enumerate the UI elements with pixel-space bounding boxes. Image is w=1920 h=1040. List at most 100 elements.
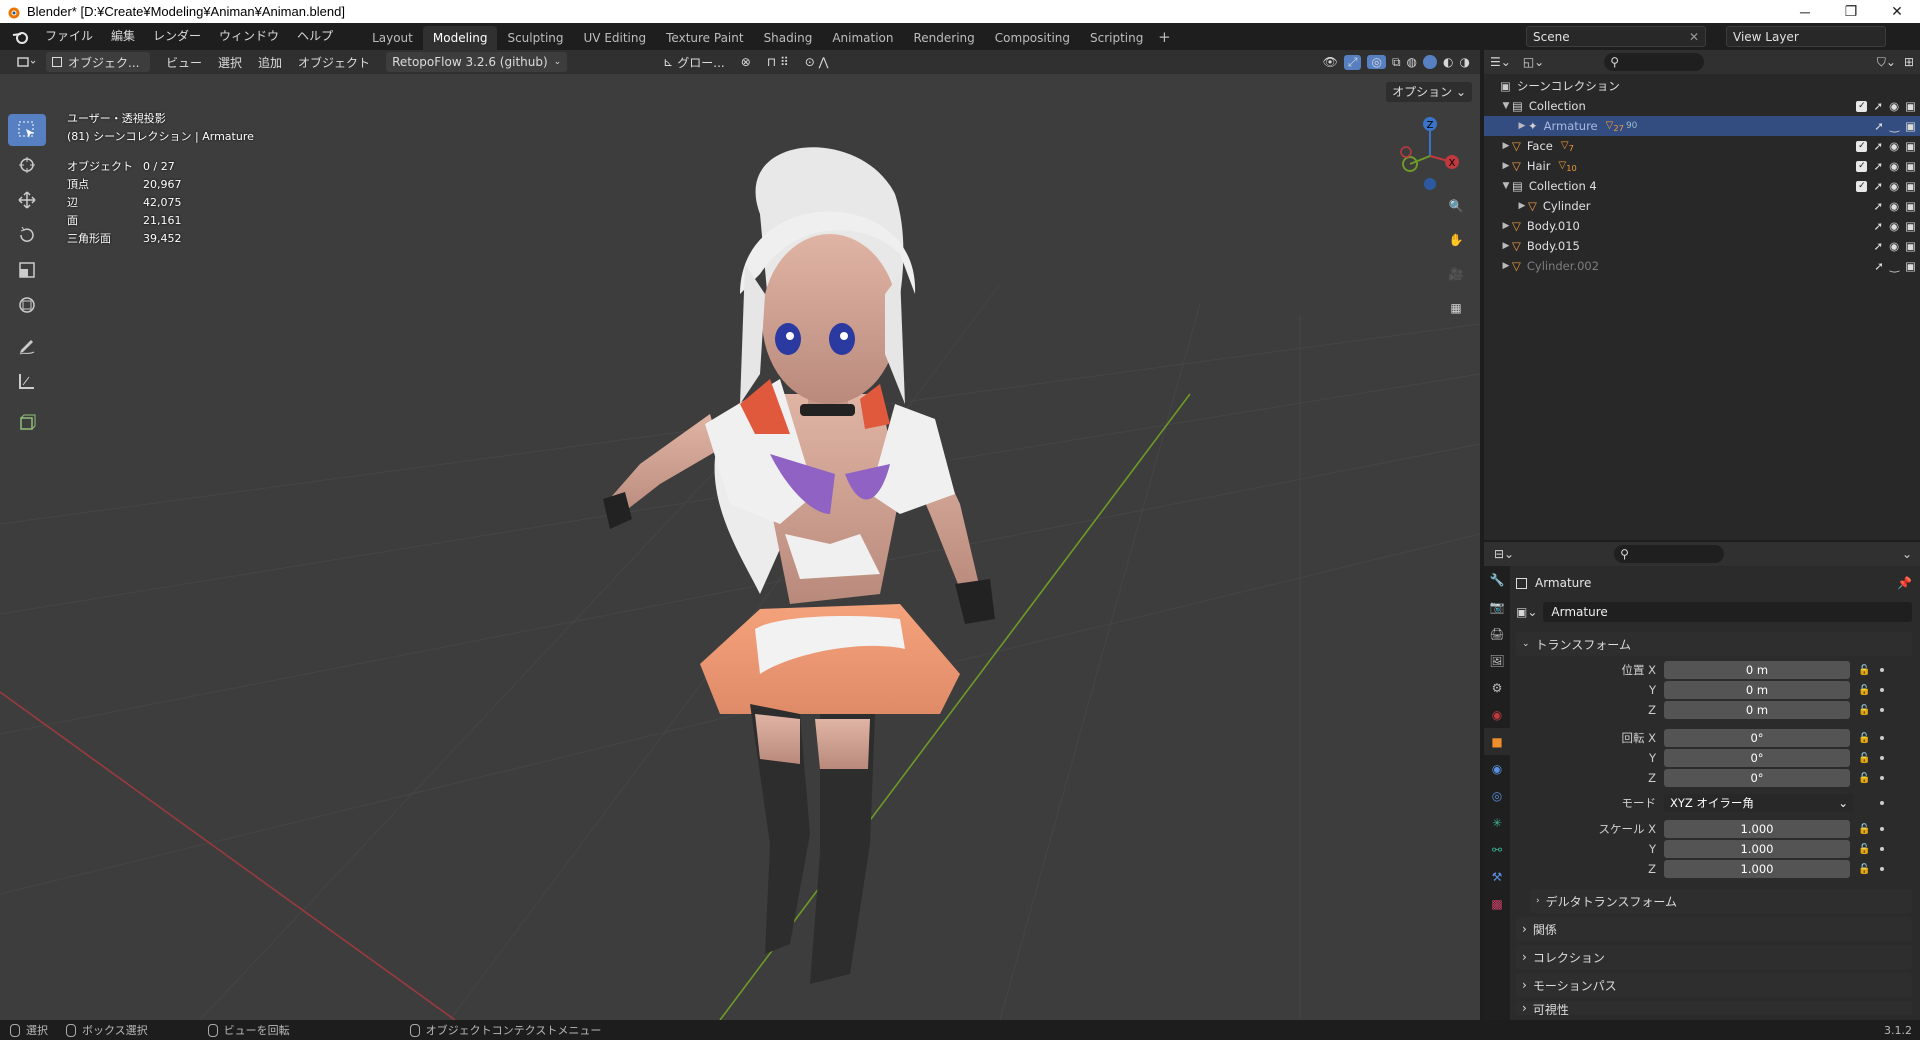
editor-type-icon[interactable]: ⊟⌄ <box>1494 547 1514 561</box>
lock-icon[interactable]: 🔓 <box>1858 733 1872 744</box>
scale-tool[interactable] <box>8 254 46 286</box>
keyframe-dot-icon[interactable] <box>1880 776 1884 780</box>
eye-icon[interactable]: ◉ <box>1889 239 1899 253</box>
selectable-arrow-icon[interactable]: ➚ <box>1873 239 1883 253</box>
menu-object[interactable]: オブジェクト <box>290 54 378 71</box>
render-camera-icon[interactable]: ▣ <box>1905 199 1916 213</box>
menu-add[interactable]: 追加 <box>250 54 290 71</box>
scene-tab-icon[interactable]: ⚙ <box>1484 674 1510 701</box>
expand-right-icon[interactable]: ▶ <box>1516 201 1528 211</box>
tab-uv-editing[interactable]: UV Editing <box>574 26 657 50</box>
material-shading-icon[interactable]: ◐ <box>1443 55 1453 69</box>
scale-z-field[interactable]: 1.000 <box>1664 860 1850 878</box>
pivot-icon[interactable]: ⊗ <box>735 52 757 72</box>
filter-icon[interactable]: ⛉⌄ <box>1877 55 1896 70</box>
keyframe-dot-icon[interactable] <box>1880 827 1884 831</box>
outliner-row-collection[interactable]: ▼ ▤ Collection ✓ ➚ ◉ ▣ <box>1484 96 1920 116</box>
keyframe-dot-icon[interactable] <box>1880 847 1884 851</box>
rotation-y-field[interactable]: 0° <box>1664 749 1850 767</box>
lock-icon[interactable]: 🔓 <box>1858 753 1872 764</box>
transform-tool[interactable] <box>8 289 46 321</box>
display-mode-icon[interactable]: ◱⌄ <box>1523 55 1544 69</box>
keyframe-dot-icon[interactable] <box>1880 801 1884 805</box>
zoom-icon[interactable]: 🔍 <box>1442 192 1470 220</box>
physics-tab-icon[interactable]: ✳ <box>1484 809 1510 836</box>
outliner-search-input[interactable]: ⚲ <box>1604 53 1705 71</box>
menu-window[interactable]: ウィンドウ <box>210 23 288 50</box>
keyframe-dot-icon[interactable] <box>1880 708 1884 712</box>
gizmo-toggle-icon[interactable]: ⤢ <box>1343 54 1362 70</box>
maximize-button[interactable]: ❐ <box>1828 0 1874 23</box>
expand-right-icon[interactable]: ▶ <box>1516 121 1528 131</box>
collections-panel-header[interactable]: › コレクション <box>1516 945 1912 969</box>
menu-edit[interactable]: 編集 <box>102 23 144 50</box>
location-y-field[interactable]: 0 m <box>1664 681 1850 699</box>
render-camera-icon[interactable]: ▣ <box>1905 139 1916 153</box>
delta-transform-header[interactable]: › デルタトランスフォーム <box>1530 889 1912 913</box>
render-camera-icon[interactable]: ▣ <box>1905 259 1916 273</box>
eye-icon[interactable]: ◉ <box>1889 219 1899 233</box>
exclude-checkbox[interactable]: ✓ <box>1856 140 1868 152</box>
tab-compositing[interactable]: Compositing <box>985 26 1080 50</box>
expand-down-icon[interactable]: ▼ <box>1500 181 1512 191</box>
menu-help[interactable]: ヘルプ <box>288 23 342 50</box>
eye-icon[interactable]: ◉ <box>1889 99 1899 113</box>
rotation-z-field[interactable]: 0° <box>1664 769 1850 787</box>
snap-icon[interactable]: ⊓ ⠿ <box>761 52 795 72</box>
lock-icon[interactable]: 🔓 <box>1858 864 1872 875</box>
outliner-row-face[interactable]: ▶ ▽ Face ▽7 ✓ ➚ ◉ ▣ <box>1484 136 1920 156</box>
exclude-checkbox[interactable]: ✓ <box>1856 100 1868 112</box>
menu-select[interactable]: 選択 <box>210 54 250 71</box>
visibility-panel-header[interactable]: › 可視性 <box>1516 1001 1912 1015</box>
selectable-arrow-icon[interactable]: ➚ <box>1874 259 1884 273</box>
view-layer-selector[interactable]: View Layer <box>1726 26 1886 47</box>
rendered-shading-icon[interactable]: ◑ <box>1460 55 1470 69</box>
selectable-arrow-icon[interactable]: ➚ <box>1873 219 1883 233</box>
tab-sculpting[interactable]: Sculpting <box>497 26 573 50</box>
output-tab-icon[interactable]: 🖨 <box>1484 620 1510 647</box>
xray-icon[interactable]: ⧉ <box>1392 55 1401 70</box>
scene-selector[interactable]: Scene ✕ <box>1526 26 1706 47</box>
expand-right-icon[interactable]: ▶ <box>1500 261 1512 271</box>
eye-closed-icon[interactable]: ‿ <box>1890 119 1899 133</box>
lock-icon[interactable]: 🔓 <box>1858 773 1872 784</box>
render-camera-icon[interactable]: ▣ <box>1905 99 1916 113</box>
character-model[interactable] <box>603 147 995 984</box>
lock-icon[interactable]: 🔓 <box>1858 705 1872 716</box>
outliner-scene-collection[interactable]: ▣ シーンコレクション <box>1484 76 1920 96</box>
data-tab-icon[interactable]: ⚒ <box>1484 863 1510 890</box>
render-camera-icon[interactable]: ▣ <box>1905 179 1916 193</box>
render-camera-icon[interactable]: ▣ <box>1905 239 1916 253</box>
expand-right-icon[interactable]: ▶ <box>1500 141 1512 151</box>
eye-icon[interactable]: ◉ <box>1889 199 1899 213</box>
keyframe-dot-icon[interactable] <box>1880 736 1884 740</box>
tab-modeling[interactable]: Modeling <box>422 26 498 50</box>
expand-right-icon[interactable]: ▶ <box>1500 241 1512 251</box>
outliner-row-body-015[interactable]: ▶ ▽ Body.015 ➚ ◉ ▣ <box>1484 236 1920 256</box>
retopoflow-menu[interactable]: RetopoFlow 3.2.6 (github) ⌄ <box>386 52 568 72</box>
render-camera-icon[interactable]: ▣ <box>1905 119 1916 133</box>
render-camera-icon[interactable]: ▣ <box>1905 219 1916 233</box>
world-tab-icon[interactable]: ◉ <box>1484 701 1510 728</box>
blender-menu-icon[interactable] <box>8 28 32 46</box>
menu-file[interactable]: ファイル <box>36 23 102 50</box>
lock-icon[interactable]: 🔓 <box>1858 665 1872 676</box>
new-collection-icon[interactable]: ⊞ <box>1904 55 1914 69</box>
outliner-row-cylinder[interactable]: ▶ ▽ Cylinder ➚ ◉ ▣ <box>1484 196 1920 216</box>
tab-rendering[interactable]: Rendering <box>904 26 985 50</box>
object-tab-icon[interactable]: ■ <box>1484 728 1510 755</box>
close-button[interactable]: ✕ <box>1874 0 1920 23</box>
outliner-row-hair[interactable]: ▶ ▽ Hair ▽10 ✓ ➚ ◉ ▣ <box>1484 156 1920 176</box>
scale-x-field[interactable]: 1.000 <box>1664 820 1850 838</box>
render-camera-icon[interactable]: ▣ <box>1905 159 1916 173</box>
view-layer-tab-icon[interactable]: 🖼 <box>1484 647 1510 674</box>
move-tool[interactable] <box>8 184 46 216</box>
location-x-field[interactable]: 0 m <box>1664 661 1850 679</box>
modifier-tab-icon[interactable]: ◉ <box>1484 755 1510 782</box>
chevron-down-icon[interactable]: ⌄ <box>1902 547 1912 561</box>
selectable-arrow-icon[interactable]: ➚ <box>1873 199 1883 213</box>
annotate-tool[interactable] <box>8 330 46 362</box>
eye-icon[interactable]: ◉ <box>1889 139 1899 153</box>
relations-panel-header[interactable]: › 関係 <box>1516 917 1912 941</box>
camera-icon[interactable]: 🎥 <box>1442 260 1470 288</box>
